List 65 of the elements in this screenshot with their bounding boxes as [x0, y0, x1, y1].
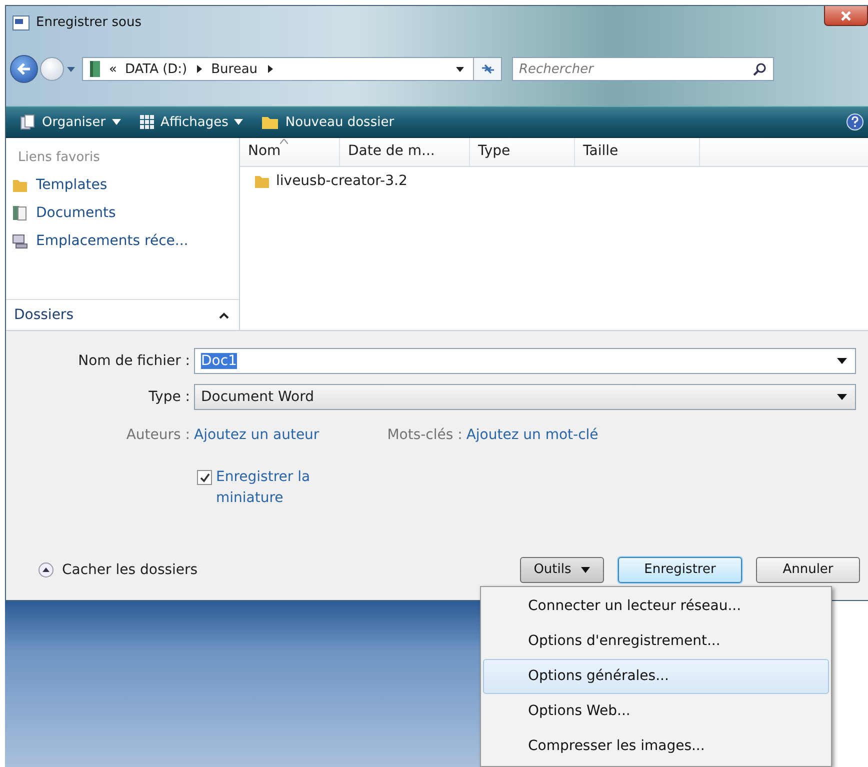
collapse-icon — [38, 562, 54, 578]
type-dropdown[interactable]: Document Word — [194, 384, 856, 410]
chevron-up-icon — [219, 312, 229, 318]
checkbox[interactable] — [197, 470, 212, 485]
address-bar[interactable]: « DATA (D:) Bureau — [82, 57, 502, 81]
folders-toggle[interactable]: Dossiers — [6, 299, 239, 330]
history-caret-icon — [66, 65, 76, 73]
section-heading: Liens favoris — [18, 150, 101, 165]
close-icon — [839, 10, 853, 22]
refresh-arrows-icon — [480, 63, 496, 75]
pages-icon — [20, 114, 36, 130]
save-button[interactable]: Enregistrer — [618, 556, 742, 582]
chevron-right-icon — [195, 64, 204, 74]
menu-item[interactable]: Compresser les images... — [483, 729, 829, 764]
column-header[interactable]: Date de m... — [340, 138, 470, 166]
menu-item[interactable]: Options d'enregistrement... — [483, 624, 829, 659]
column-header[interactable]: Type — [470, 138, 575, 166]
field-label: Type : — [148, 389, 191, 405]
toolbar-button[interactable]: Organiser — [16, 114, 125, 130]
folder-icon — [12, 177, 28, 193]
refresh-button[interactable] — [473, 58, 501, 80]
overflow-chevron[interactable]: « — [109, 62, 117, 76]
menu-item[interactable]: Options Web... — [483, 694, 829, 729]
authors-link[interactable]: Ajoutez un auteur — [194, 427, 320, 443]
column-header[interactable]: Taille — [575, 138, 700, 166]
book-icon — [89, 60, 101, 78]
help-icon[interactable] — [846, 113, 864, 131]
tools-button[interactable]: Outils — [520, 556, 604, 582]
breadcrumb[interactable]: Bureau — [211, 62, 258, 76]
document-icon — [12, 14, 30, 30]
document-icon — [12, 205, 28, 221]
toolbar-button[interactable]: Nouveau dossier — [257, 114, 398, 130]
filename-field[interactable]: Doc1 — [194, 348, 856, 374]
menu-item[interactable]: Connecter un lecteur réseau... — [483, 589, 829, 624]
close-button[interactable] — [824, 6, 868, 26]
file-row[interactable]: liveusb-creator-3.2 — [240, 167, 468, 195]
cancel-button[interactable]: Annuler — [756, 556, 860, 582]
keywords-link[interactable]: Ajoutez un mot-clé — [466, 427, 598, 443]
chevron-right-icon — [266, 64, 274, 74]
dropdown-caret-icon — [455, 65, 465, 73]
search-icon — [753, 62, 767, 76]
field-label: Auteurs : — [125, 427, 191, 443]
checkbox-label[interactable]: Enregistrer la miniature — [216, 467, 346, 509]
breadcrumb[interactable]: DATA (D:) — [124, 62, 188, 76]
menu-item[interactable]: Options générales... — [483, 659, 829, 694]
toolbar-button[interactable]: Affichages — [134, 114, 248, 130]
back-button[interactable] — [10, 55, 38, 83]
hide-folders-toggle[interactable]: Cacher les dossiers — [38, 562, 198, 578]
column-header[interactable]: Nom — [240, 138, 340, 166]
folder-icon — [254, 173, 270, 189]
caret-icon — [112, 119, 121, 125]
folder-icon — [261, 114, 280, 130]
computer-icon — [12, 233, 28, 249]
search-field[interactable]: Rechercher — [512, 57, 774, 81]
favorite-link[interactable]: Templates — [12, 177, 231, 193]
favorite-link[interactable]: Emplacements réce... — [12, 233, 231, 249]
favorite-link[interactable]: Documents — [12, 205, 231, 221]
caret-icon — [234, 119, 244, 125]
field-label: Mots-clés : — [387, 427, 462, 443]
grid-icon — [138, 114, 155, 130]
field-label: Nom de fichier : — [77, 353, 191, 369]
dropdown-caret-icon — [837, 394, 847, 400]
window-title: Enregistrer sous — [36, 15, 142, 30]
dropdown-caret-icon — [837, 358, 847, 364]
caret-icon — [581, 566, 590, 572]
